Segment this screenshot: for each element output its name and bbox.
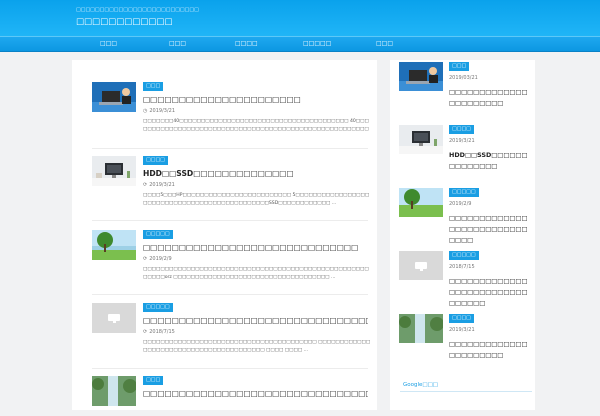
sidebar-category-badge[interactable]: □□□□□ [449,251,479,260]
sidebar-post-title[interactable]: HDD□□SSD□□□□□□□□□□□□□□ [449,150,532,172]
sidebar-thumbnail-waterfall[interactable] [399,314,443,343]
post-date: ◷ 2019/3/21 [143,108,176,114]
post-category-badge[interactable]: □□□□□ [143,303,173,312]
sidebar-post-item[interactable]: □□□□□ 2019/2/9 □□□□□□□□□□□□□□□□□□□□□□□□□… [399,188,531,250]
divider [400,391,532,392]
post-list: □□□ □□□□□□□□□□□□□□□□□□□□□□ ◷ 2019/3/21 □□… [72,60,377,410]
sidebar-thumbnail-monitor[interactable] [399,125,443,154]
post-title[interactable]: □□□□□□□□□□□□□□□□□□□□□□□□□□□□□□□□ [143,389,368,398]
post-excerpt: □□□□□□□□□□□□□□□□□□□□□□□□□□□□□□□□□□□□□□□□… [143,340,371,353]
nav-item-5[interactable]: □□□ [376,40,393,47]
divider [92,294,368,295]
sidebar-thumbnail-laptop[interactable] [399,62,443,91]
sidebar-post-date: 2019/3/21 [449,138,475,144]
image-placeholder-icon [92,303,136,333]
site-header: □□□□□□□□□□□□□□□□□□□□□□□□□□ □□□□□□□□□□□□ [0,0,600,36]
post-thumbnail-monitor[interactable] [92,156,136,186]
refresh-icon: ⟳ [143,329,148,335]
post-date: ⟳ 2019/3/21 [143,182,175,188]
refresh-icon: ⟳ [143,182,148,188]
post-date: ⟳ 2018/7/15 [143,329,175,335]
sidebar-post-date: 2019/03/21 [449,75,478,81]
clock-icon: ◷ [143,108,148,114]
post-thumbnail-tree[interactable] [92,230,136,260]
post-excerpt: □□□□□□□40□□□□□□□□□□□□□□□□□□□□□□□□□□□□□□□… [143,119,369,132]
post-title[interactable]: □□□□□□□□□□□□□□□□□□□□□□□□□□□□□□ [143,243,368,252]
post-thumbnail-placeholder[interactable] [92,303,136,333]
sidebar-post-item[interactable]: □□□□□ 2018/7/15 □□□□□□□□□□□□□□□□□□□□□□□□… [399,251,531,313]
refresh-icon: ⟳ [143,256,148,262]
sidebar-post-title[interactable]: □□□□□□□□□□□□□□□□□□□□□□□□□□□□□□ [449,213,532,246]
sidebar-post-title[interactable]: □□□□□□□□□□□□□□□□□□□□□□ [449,87,532,109]
post-item[interactable]: □□□ □□□□□□□□□□□□□□□□□□□□□□□□□□□□□□□□ [92,376,368,416]
divider [92,148,368,149]
site-title[interactable]: □□□□□□□□□□□□ [76,17,172,27]
sidebar: □□□ 2019/03/21 □□□□□□□□□□□□□□□□□□□□□□ □□… [390,60,535,410]
post-excerpt: □□□□□□□□□□□□□□□□□□□□□□□□□□□□□□□□□□□□□□□□… [143,267,369,280]
sidebar-post-date: 2019/3/21 [449,327,475,333]
nav-item-2[interactable]: □□□ [169,40,186,47]
post-excerpt: □□□□5□□□HP□□□□□□□□□□□□□□□□□□□□□□□□□ 5□□□… [143,193,370,206]
post-thumbnail-waterfall[interactable] [92,376,136,406]
nav-item-3[interactable]: □□□□ [235,40,258,47]
post-item[interactable]: □□□ □□□□□□□□□□□□□□□□□□□□□□ ◷ 2019/3/21 □□… [92,82,369,138]
post-category-badge[interactable]: □□□ [143,376,164,385]
sidebar-post-date: 2018/7/15 [449,264,475,270]
post-date: ⟳ 2019/2/9 [143,256,172,262]
sidebar-thumbnail-placeholder[interactable] [399,251,443,280]
post-title[interactable]: □□□□□□□□□□□□□□□□□□□□□□□□□□□□□□□□ [143,316,368,325]
divider [92,220,368,221]
sidebar-thumbnail-tree[interactable] [399,188,443,217]
google-ads-heading: Google□□□ [403,382,438,388]
sidebar-post-item[interactable]: □□□ 2019/03/21 □□□□□□□□□□□□□□□□□□□□□□ [399,62,531,120]
global-nav: □□□ □□□ □□□□ □□□□□ □□□ [0,36,600,52]
sidebar-category-badge[interactable]: □□□□ [449,125,474,134]
nav-item-1[interactable]: □□□ [100,40,117,47]
sidebar-category-badge[interactable]: □□□□ [449,314,474,323]
post-item[interactable]: □□□□□ □□□□□□□□□□□□□□□□□□□□□□□□□□□□□□ ⟳ 20… [92,230,369,286]
sidebar-post-title[interactable]: □□□□□□□□□□□□□□□□□□□□□□□□□□□□□□□□ [449,276,532,309]
sidebar-category-badge[interactable]: □□□□□ [449,188,479,197]
sidebar-post-date: 2019/2/9 [449,201,472,207]
nav-item-4[interactable]: □□□□□ [303,40,331,47]
post-category-badge[interactable]: □□□□□ [143,230,173,239]
post-thumbnail-laptop[interactable] [92,82,136,112]
site-tagline: □□□□□□□□□□□□□□□□□□□□□□□□□□ [76,7,199,13]
post-item[interactable]: □□□□□ □□□□□□□□□□□□□□□□□□□□□□□□□□□□□□□□ ⟳… [92,303,371,359]
sidebar-post-item[interactable]: □□□□ 2019/3/21 □□□□□□□□□□□□□□□□□□□□□□ [399,314,531,372]
post-category-badge[interactable]: □□□ [143,82,164,91]
divider [92,368,368,369]
sidebar-category-badge[interactable]: □□□ [449,62,470,71]
image-placeholder-icon [399,251,443,280]
post-title[interactable]: □□□□□□□□□□□□□□□□□□□□□□ [143,95,368,104]
post-title[interactable]: HDD□□SSD□□□□□□□□□□□□□□ [143,169,368,178]
sidebar-post-title[interactable]: □□□□□□□□□□□□□□□□□□□□□□ [449,339,532,361]
post-item[interactable]: □□□□ HDD□□SSD□□□□□□□□□□□□□□ ⟳ 2019/3/21 □… [92,156,370,212]
post-category-badge[interactable]: □□□□ [143,156,168,165]
sidebar-post-item[interactable]: □□□□ 2019/3/21 HDD□□SSD□□□□□□□□□□□□□□ [399,125,531,183]
